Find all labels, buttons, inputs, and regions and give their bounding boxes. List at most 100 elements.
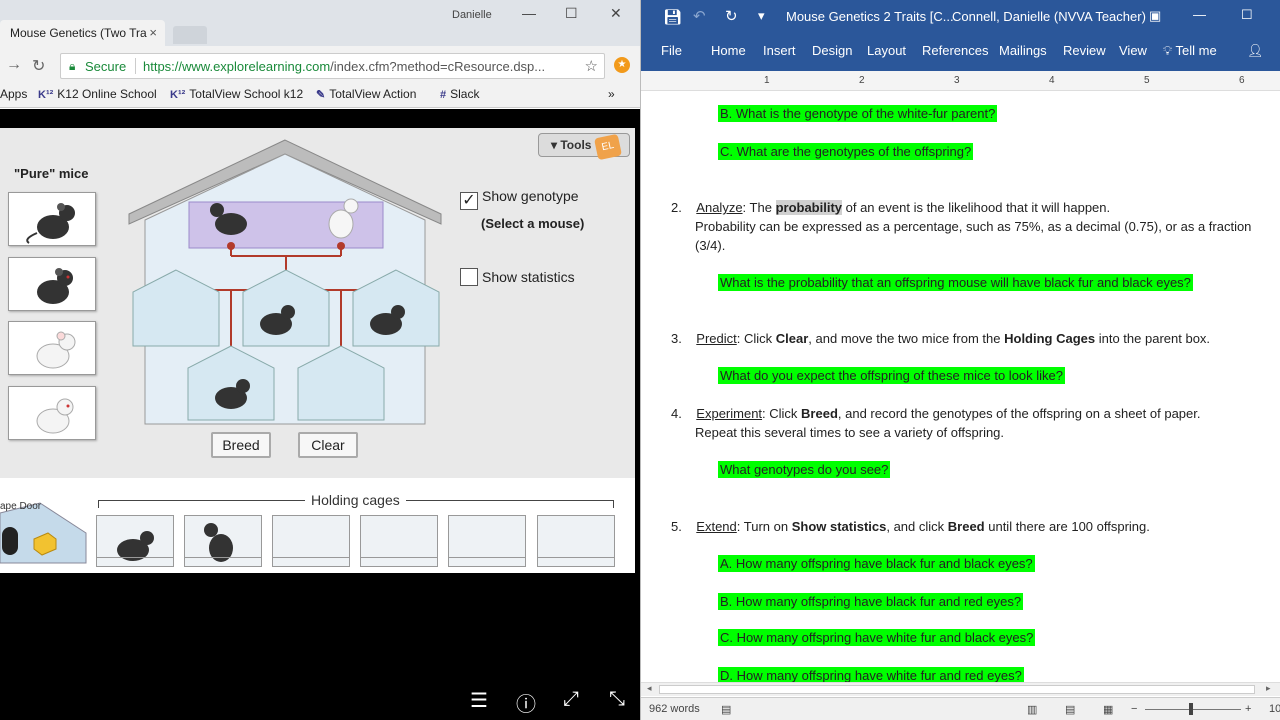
scroll-right-icon[interactable]: ▸ — [1266, 683, 1271, 694]
tab-file[interactable]: File — [661, 43, 682, 58]
signed-in-user[interactable]: Connell, Danielle (NVVA Teacher) — [952, 9, 1146, 24]
bookmark-star-icon[interactable]: ☆ — [585, 57, 598, 75]
holding-cage-4[interactable] — [360, 515, 438, 567]
zoom-slider-thumb[interactable] — [1189, 703, 1193, 715]
show-genotype-label: Show genotype — [482, 188, 579, 204]
mouse-icon — [117, 531, 154, 561]
text-run: of an event is the likelihood that it wi… — [842, 200, 1111, 215]
tab-home[interactable]: Home — [711, 43, 746, 58]
zoom-out-icon[interactable]: − — [1131, 703, 1137, 715]
zoom-slider[interactable] — [1145, 709, 1241, 710]
answer-highlight: B. How many offspring have black fur and… — [718, 593, 1024, 610]
save-icon[interactable]: 💾︎ — [663, 8, 682, 26]
tell-me-box[interactable]: 💡︎ Tell me — [1163, 43, 1217, 59]
tab-mailings[interactable]: Mailings — [999, 43, 1047, 58]
browser-tab-active[interactable]: Mouse Genetics (Two Tra × — [0, 20, 165, 46]
answer-highlight: C. How many offspring have white fur and… — [718, 629, 1036, 646]
pure-mouse-black-black[interactable] — [8, 192, 96, 246]
answer-highlight: C. What are the genotypes of the offspri… — [718, 143, 974, 160]
ribbon-display-icon[interactable]: ▣ — [1149, 8, 1161, 24]
ruler-mark: 1 — [764, 75, 770, 86]
question-heading: Predict — [696, 331, 737, 346]
word-count[interactable]: 962 words — [649, 703, 700, 715]
tab-design[interactable]: Design — [812, 43, 852, 58]
text-run: until there are 100 offspring. — [984, 519, 1150, 534]
holding-cage-6[interactable] — [537, 515, 615, 567]
bookmark-apps[interactable]: Apps — [0, 87, 27, 101]
horizontal-scrollbar[interactable]: ◂ ▸ — [641, 682, 1280, 696]
close-window-icon[interactable]: ✕ — [610, 5, 622, 22]
cage-floor — [538, 557, 614, 558]
holding-cage-3[interactable] — [272, 515, 350, 567]
zoom-level[interactable]: 10 — [1269, 703, 1280, 715]
mouse-icon — [26, 203, 75, 244]
document-body[interactable]: B. What is the genotype of the white-fur… — [641, 92, 1280, 682]
tab-layout[interactable]: Layout — [867, 43, 906, 58]
collapse-icon[interactable]: ⤡ — [609, 688, 625, 711]
k12-icon: K¹² — [170, 89, 186, 101]
browser-profile-name[interactable]: Danielle — [452, 9, 492, 21]
answer-highlight: What is the probability that an offsprin… — [718, 274, 1193, 291]
text-run: , and click — [886, 519, 948, 534]
redo-icon[interactable]: ↻ — [725, 7, 738, 25]
forward-icon[interactable]: → — [6, 56, 22, 74]
pure-mouse-white-red[interactable] — [8, 386, 96, 440]
pure-mouse-white-black[interactable] — [8, 321, 96, 375]
settings-sliders-icon[interactable]: ☰ — [470, 688, 488, 713]
holding-cage-1[interactable] — [96, 515, 174, 567]
scroll-left-icon[interactable]: ◂ — [647, 683, 652, 694]
text-run: : Click — [762, 406, 802, 421]
minimize-icon[interactable]: — — [1193, 7, 1206, 22]
question-4-line-2: Repeat this several times to see a varie… — [695, 425, 1005, 440]
escape-door-icon[interactable]: ape Door — [0, 493, 88, 571]
zoom-in-icon[interactable]: + — [1245, 703, 1251, 715]
scrollbar-thumb[interactable] — [659, 685, 1255, 694]
proofing-icon[interactable]: ▤ — [721, 703, 731, 716]
ruler-mark: 4 — [1049, 75, 1055, 86]
more-bookmarks-icon[interactable]: » — [608, 87, 615, 101]
quick-access-dropdown-icon[interactable]: ▾ — [758, 8, 765, 24]
lock-icon: 🔒︎ — [69, 59, 76, 73]
maximize-icon[interactable]: ☐ — [565, 5, 578, 22]
tab-review[interactable]: Review — [1063, 43, 1106, 58]
document-title: Mouse Genetics 2 Traits [C... — [786, 9, 954, 24]
show-statistics-checkbox[interactable]: Show statistics — [460, 268, 575, 286]
word-title-bar: 💾︎ ↶ ↻ ▾ Mouse Genetics 2 Traits [C... C… — [641, 0, 1280, 33]
status-bar: 962 words ▤ ▥ ▤ ▦ − + 10 — [641, 697, 1280, 720]
answer-highlight: B. What is the genotype of the white-fur… — [718, 105, 998, 122]
clear-button[interactable]: Clear — [298, 432, 358, 458]
pure-mouse-black-red[interactable] — [8, 257, 96, 311]
address-bar[interactable]: 🔒︎ Secure https://www.explorelearning.co… — [60, 53, 605, 79]
minimize-icon[interactable]: — — [522, 5, 536, 21]
question-heading: Analyze — [696, 200, 743, 215]
url-text: https://www.explorelearning.com/index.cf… — [143, 59, 545, 74]
holding-cage-2[interactable] — [184, 515, 262, 567]
undo-icon[interactable]: ↶ — [693, 7, 706, 25]
tab-close-icon[interactable]: × — [149, 25, 157, 40]
fullscreen-icon[interactable]: ⤢ — [563, 688, 579, 711]
maximize-icon[interactable]: ☐ — [1241, 7, 1253, 23]
bookmark-totalview-school[interactable]: K¹² TotalView School k12 — [170, 87, 303, 101]
breed-button[interactable]: Breed — [211, 432, 271, 458]
read-mode-icon[interactable]: ▥ — [1027, 703, 1037, 716]
pure-mice-title: "Pure" mice — [14, 166, 89, 181]
text-run: : Click — [736, 331, 776, 346]
bookmark-k12-online[interactable]: K¹² K12 Online School — [38, 87, 157, 101]
print-layout-icon[interactable]: ▤ — [1065, 703, 1075, 716]
holding-cage-5[interactable] — [448, 515, 526, 567]
bookmark-slack[interactable]: # Slack — [440, 87, 479, 101]
web-layout-icon[interactable]: ▦ — [1103, 703, 1113, 716]
reload-icon[interactable]: ↻ — [32, 56, 45, 76]
new-tab-button[interactable] — [173, 26, 207, 44]
cage-floor — [361, 557, 437, 558]
bookmark-label: K12 Online School — [57, 87, 157, 101]
share-person-icon[interactable]: 👤︎ — [1247, 43, 1264, 59]
bookmark-totalview-action[interactable]: ✎ TotalView Action — [316, 87, 416, 101]
tab-references[interactable]: References — [922, 43, 988, 58]
tab-insert[interactable]: Insert — [763, 43, 796, 58]
extension-icon[interactable]: ★ — [614, 57, 630, 73]
info-icon[interactable]: ⓘ — [516, 688, 536, 717]
horizontal-ruler[interactable]: 1 2 3 4 5 6 — [641, 71, 1280, 91]
tab-view[interactable]: View — [1119, 43, 1147, 58]
show-genotype-checkbox[interactable]: ✓ Show genotype — [460, 188, 579, 210]
